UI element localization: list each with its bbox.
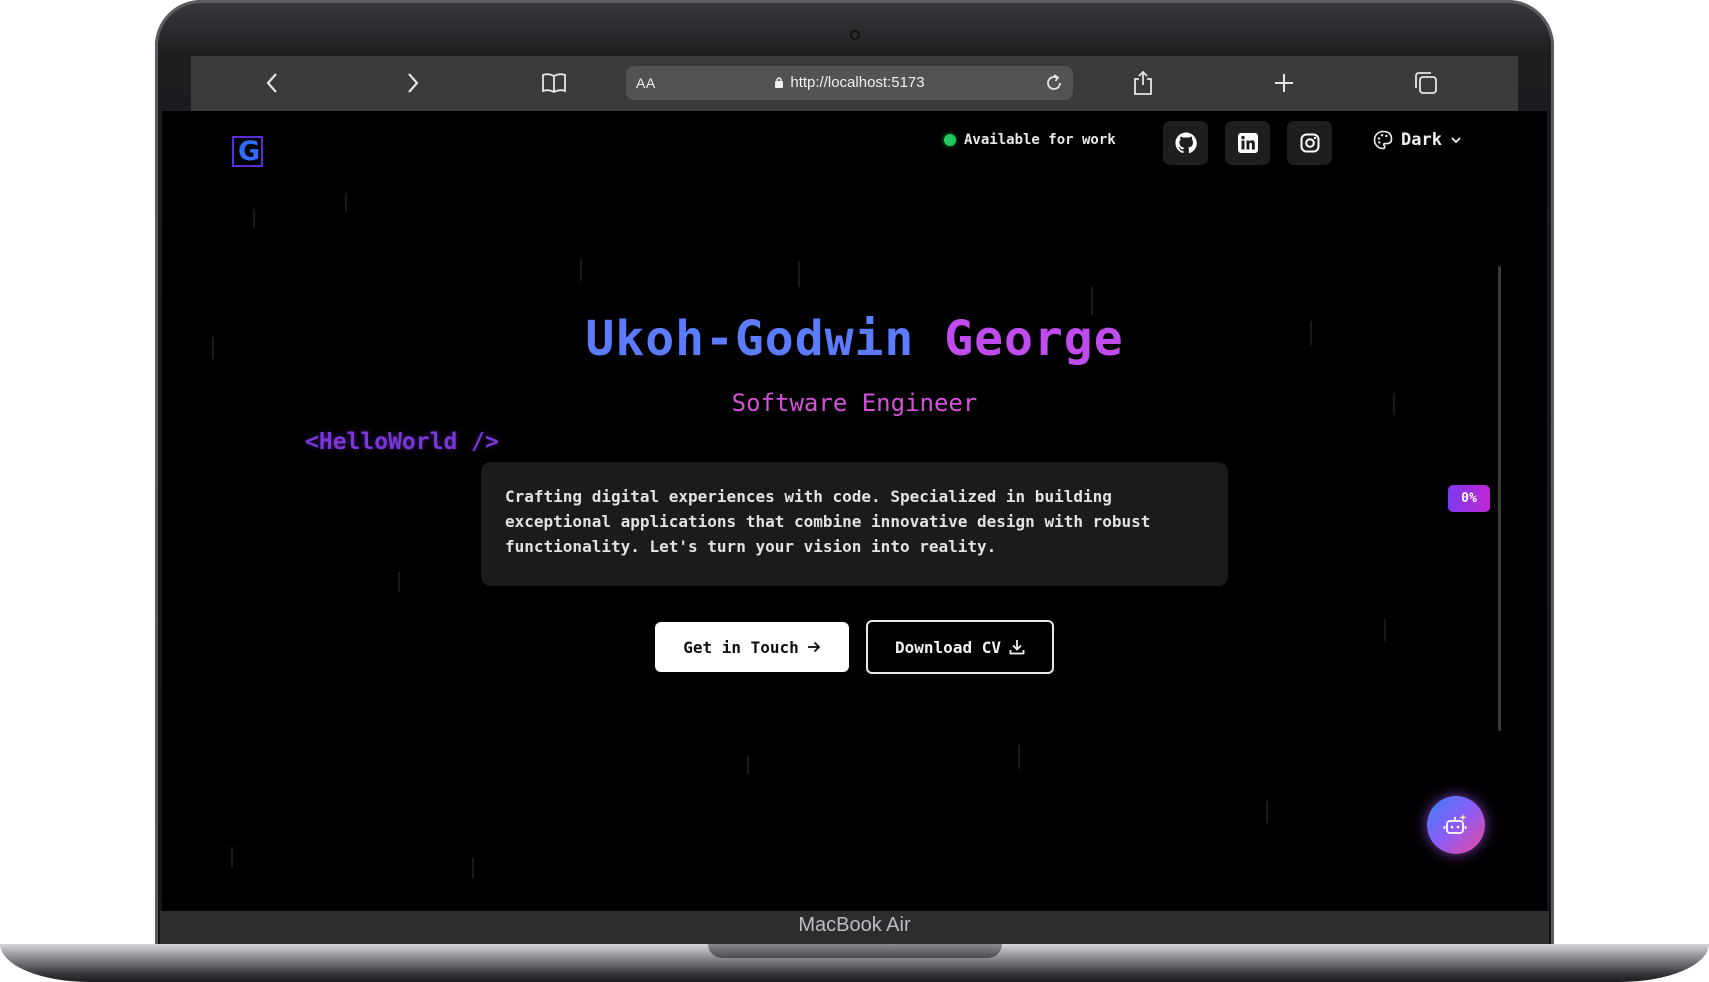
back-icon[interactable] (257, 68, 287, 98)
rain-line (345, 193, 347, 213)
intro-line: Crafting digital experiences with code. … (505, 487, 1112, 506)
chevron-down-icon (1451, 137, 1461, 144)
address-bar[interactable]: AA http://localhost:5173 (626, 66, 1073, 100)
tabs-icon[interactable] (1411, 68, 1441, 98)
share-icon[interactable] (1128, 68, 1158, 98)
chat-assistant-button[interactable] (1427, 796, 1485, 854)
linkedin-icon (1237, 133, 1258, 153)
hero-role: Software Engineer (731, 389, 978, 417)
get-in-touch-label: Get in Touch (683, 637, 799, 657)
github-button[interactable] (1163, 121, 1208, 165)
availability-text: Available for work (964, 132, 1116, 148)
rain-line (747, 756, 749, 774)
book-icon[interactable] (539, 68, 569, 98)
download-cv-label: Download CV (895, 637, 1001, 657)
plus-icon[interactable] (1269, 68, 1299, 98)
download-cv-button[interactable]: Download CV (866, 620, 1054, 674)
status-dot (944, 134, 956, 146)
browser-toolbar: AA http://localhost:5173 (191, 56, 1518, 111)
reload-icon[interactable] (1043, 72, 1065, 99)
rain-line (1266, 801, 1268, 823)
intro-line: functionality. Let's turn your vision in… (505, 537, 997, 556)
palette-icon (1373, 130, 1393, 150)
url-text: http://localhost:5173 (790, 74, 925, 91)
robot-icon (1443, 814, 1467, 834)
logo-letter: G (238, 136, 261, 167)
rain-line (231, 847, 233, 867)
laptop-chin: MacBook Air (160, 911, 1549, 944)
rain-line (1018, 745, 1020, 769)
hero-last-name: George (944, 311, 1124, 367)
github-icon (1174, 132, 1197, 154)
intro-card: Crafting digital experiences with code. … (481, 462, 1228, 586)
rain-line (798, 261, 800, 287)
availability-status: Available for work (944, 132, 1116, 148)
rain-line (1384, 619, 1386, 641)
arrow-right-icon (807, 641, 821, 653)
rain-line (253, 209, 255, 227)
theme-label: Dark (1401, 130, 1442, 150)
lock-icon (775, 77, 784, 88)
hero-first-name: Ukoh-Godwin (585, 311, 915, 367)
forward-icon[interactable] (398, 68, 428, 98)
device-label: MacBook Air (798, 914, 911, 936)
site-logo[interactable]: G (232, 136, 266, 170)
scroll-progress-badge: 0% (1448, 485, 1490, 512)
instagram-icon (1300, 133, 1319, 153)
hello-world-tag: <HelloWorld /> (305, 429, 499, 455)
rain-line (398, 572, 400, 592)
web-page: G Available for work Dark 0% Ukoh-Godwin… (162, 111, 1547, 911)
rain-line (472, 858, 474, 878)
laptop-hinge-notch (708, 944, 1002, 958)
linkedin-button[interactable] (1225, 121, 1270, 165)
theme-selector[interactable]: Dark (1373, 130, 1462, 150)
get-in-touch-button[interactable]: Get in Touch (655, 622, 849, 672)
camera (850, 30, 860, 40)
intro-line: exceptional applications that combine in… (505, 512, 1151, 531)
instagram-button[interactable] (1287, 121, 1332, 165)
rain-line (580, 259, 582, 281)
download-icon (1009, 640, 1025, 655)
hero-name: Ukoh-Godwin George (162, 311, 1547, 367)
